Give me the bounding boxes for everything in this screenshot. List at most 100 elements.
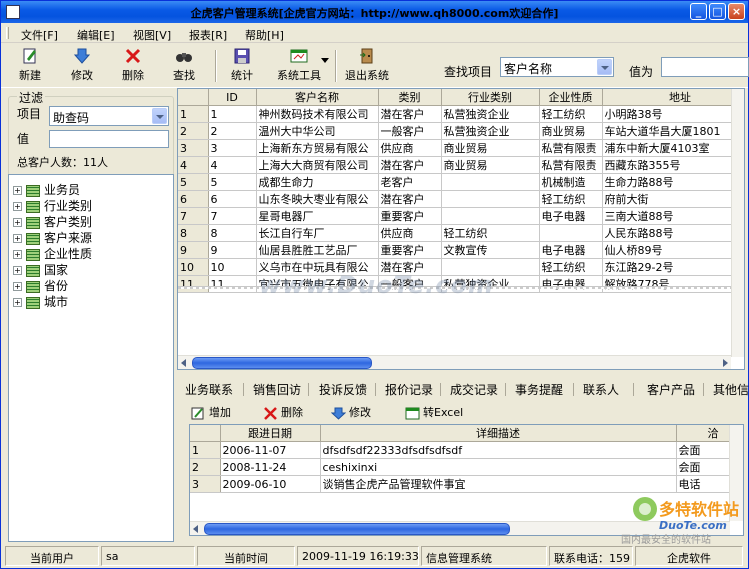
horizontal-scroll-thumb[interactable] bbox=[192, 357, 372, 369]
edit-record-button[interactable]: 修改 bbox=[331, 404, 371, 420]
table-cell[interactable]: 成都生命力 bbox=[256, 173, 379, 191]
tree-item-source[interactable]: + 客户来源 bbox=[13, 229, 92, 245]
table-cell[interactable]: 浦东中新大厦4103室 bbox=[602, 139, 744, 157]
row-number[interactable]: 1 bbox=[178, 105, 209, 123]
table-cell[interactable] bbox=[441, 173, 540, 191]
row-number[interactable]: 9 bbox=[178, 241, 209, 259]
table-cell[interactable]: 轻工纺织 bbox=[441, 224, 540, 242]
table-cell[interactable]: 供应商 bbox=[378, 139, 442, 157]
header-rownum[interactable] bbox=[190, 425, 221, 442]
search-value-input[interactable] bbox=[661, 57, 749, 77]
row-number[interactable]: 3 bbox=[178, 139, 209, 157]
tree-item-customer-type[interactable]: + 客户类别 bbox=[13, 213, 92, 229]
header-category[interactable]: 类别 bbox=[378, 89, 442, 106]
table-row[interactable]: 2 2 温州大中华公司 一般客户 私营独资企业 商业贸易 车站大道华昌大厦1801 bbox=[178, 122, 744, 140]
table-cell[interactable]: 三南大道88号 bbox=[602, 207, 744, 225]
row-number[interactable]: 11 bbox=[178, 275, 209, 293]
expand-icon[interactable]: + bbox=[13, 282, 22, 291]
tools-dropdown-arrow-icon[interactable] bbox=[321, 58, 329, 64]
expand-icon[interactable]: + bbox=[13, 186, 22, 195]
edit-button[interactable]: 修改 bbox=[65, 47, 99, 85]
table-cell[interactable]: 一般客户 bbox=[378, 122, 442, 140]
table-cell[interactable]: 4 bbox=[208, 156, 257, 174]
header-description[interactable]: 详细描述 bbox=[320, 425, 677, 442]
header-followup-date[interactable]: 跟进日期 bbox=[220, 425, 321, 442]
expand-icon[interactable]: + bbox=[13, 266, 22, 275]
tree-item-province[interactable]: + 省份 bbox=[13, 277, 68, 293]
menu-report[interactable]: 报表[R] bbox=[189, 27, 227, 43]
table-cell[interactable]: 长江自行车厂 bbox=[256, 224, 379, 242]
table-cell[interactable]: 温州大中华公司 bbox=[256, 122, 379, 140]
table-cell[interactable]: 6 bbox=[208, 190, 257, 208]
table-row[interactable]: 7 7 星哥电器厂 重要客户 电子电器 三南大道88号 bbox=[178, 207, 744, 225]
expand-icon[interactable]: + bbox=[13, 234, 22, 243]
filter-item-select[interactable]: 助查码 bbox=[49, 106, 169, 126]
scroll-right-icon[interactable] bbox=[721, 358, 729, 368]
menu-view[interactable]: 视图[V] bbox=[133, 27, 171, 43]
table-cell[interactable]: 人民东路88号 bbox=[602, 224, 744, 242]
table-cell[interactable]: 9 bbox=[208, 241, 257, 259]
table-cell[interactable]: 电子电器 bbox=[539, 207, 603, 225]
table-cell[interactable]: 商业贸易 bbox=[539, 122, 603, 140]
export-excel-button[interactable]: 转Excel bbox=[405, 404, 463, 420]
table-row[interactable]: 2 2008-11-24 ceshixinxi 会面 bbox=[190, 458, 743, 476]
row-number[interactable]: 7 bbox=[178, 207, 209, 225]
table-cell[interactable] bbox=[441, 207, 540, 225]
table-row[interactable]: 4 4 上海大大商贸有限公司 潜在客户 商业贸易 私营有限责 西藏东路355号 bbox=[178, 156, 744, 174]
row-number[interactable]: 5 bbox=[178, 173, 209, 191]
table-row[interactable]: 1 2006-11-07 dfsdfsdf22333dfsdfsdfsdf 会面 bbox=[190, 441, 743, 459]
table-cell[interactable]: 2008-11-24 bbox=[220, 458, 321, 476]
table-cell[interactable]: 府前大街 bbox=[602, 190, 744, 208]
row-number[interactable]: 1 bbox=[190, 441, 221, 459]
header-customer-name[interactable]: 客户名称 bbox=[256, 89, 379, 106]
table-cell[interactable]: 2009-06-10 bbox=[220, 475, 321, 493]
new-button[interactable]: 新建 bbox=[13, 47, 47, 85]
table-cell[interactable]: 上海大大商贸有限公司 bbox=[256, 156, 379, 174]
table-cell[interactable]: 山东冬映大枣业有限公 bbox=[256, 190, 379, 208]
table-cell[interactable]: 轻工纺织 bbox=[539, 190, 603, 208]
table-row[interactable]: 3 3 上海新东方贸易有限公 供应商 商业贸易 私营有限责 浦东中新大厦4103室 bbox=[178, 139, 744, 157]
search-field-select[interactable]: 客户名称 bbox=[500, 57, 614, 77]
table-cell[interactable]: 私营有限责 bbox=[539, 156, 603, 174]
expand-icon[interactable]: + bbox=[13, 298, 22, 307]
table-cell[interactable]: 西藏东路355号 bbox=[602, 156, 744, 174]
table-row[interactable]: 5 5 成都生命力 老客户 机械制造 生命力路88号 bbox=[178, 173, 744, 191]
header-rownum[interactable] bbox=[178, 89, 209, 106]
table-row[interactable]: 8 8 长江自行车厂 供应商 轻工纺织 人民东路88号 bbox=[178, 224, 744, 242]
table-cell[interactable]: 私营有限责 bbox=[539, 139, 603, 157]
table-cell[interactable]: 车站大道华昌大厦1801 bbox=[602, 122, 744, 140]
table-cell[interactable]: 电子电器 bbox=[539, 241, 603, 259]
table-cell[interactable]: 8 bbox=[208, 224, 257, 242]
table-row[interactable]: 3 2009-06-10 谈销售企虎产品管理软件事宜 电话 bbox=[190, 475, 743, 493]
table-cell[interactable]: 轻工纺织 bbox=[539, 105, 603, 123]
table-cell[interactable]: 私营独资企业 bbox=[441, 105, 540, 123]
table-cell[interactable]: 解放路778号 bbox=[602, 275, 744, 293]
row-number[interactable]: 6 bbox=[178, 190, 209, 208]
table-cell[interactable]: 电子电器 bbox=[539, 275, 603, 293]
table-cell[interactable]: 供应商 bbox=[378, 224, 442, 242]
close-button[interactable]: × bbox=[728, 3, 745, 20]
table-cell[interactable]: dfsdfsdf22333dfsdfsdfsdf bbox=[320, 441, 677, 459]
exit-button[interactable]: 退出系统 bbox=[343, 47, 391, 85]
horizontal-scrollbar[interactable] bbox=[178, 355, 731, 369]
table-cell[interactable]: ceshixinxi bbox=[320, 458, 677, 476]
table-cell[interactable]: 重要客户 bbox=[378, 207, 442, 225]
table-cell[interactable]: 7 bbox=[208, 207, 257, 225]
table-cell[interactable]: 潜在客户 bbox=[378, 190, 442, 208]
table-cell[interactable]: 商业贸易 bbox=[441, 156, 540, 174]
tree-item-country[interactable]: + 国家 bbox=[13, 261, 68, 277]
table-cell[interactable]: 1 bbox=[208, 105, 257, 123]
minimize-button[interactable]: _ bbox=[690, 3, 707, 20]
delete-record-button[interactable]: 删除 bbox=[263, 404, 303, 420]
table-row[interactable]: 6 6 山东冬映大枣业有限公 潜在客户 轻工纺织 府前大街 bbox=[178, 190, 744, 208]
table-cell[interactable]: 文教宣传 bbox=[441, 241, 540, 259]
table-cell[interactable]: 潜在客户 bbox=[378, 156, 442, 174]
header-id[interactable]: ID bbox=[208, 89, 257, 106]
row-number[interactable]: 4 bbox=[178, 156, 209, 174]
header-enterprise-type[interactable]: 企业性质 bbox=[539, 89, 603, 106]
table-cell[interactable]: 轻工纺织 bbox=[539, 258, 603, 276]
tab-business-contact[interactable]: 业务联系 bbox=[185, 381, 233, 398]
tab-deals[interactable]: 成交记录 bbox=[450, 381, 498, 398]
scroll-left-icon[interactable] bbox=[192, 524, 200, 534]
table-cell[interactable] bbox=[539, 224, 603, 242]
